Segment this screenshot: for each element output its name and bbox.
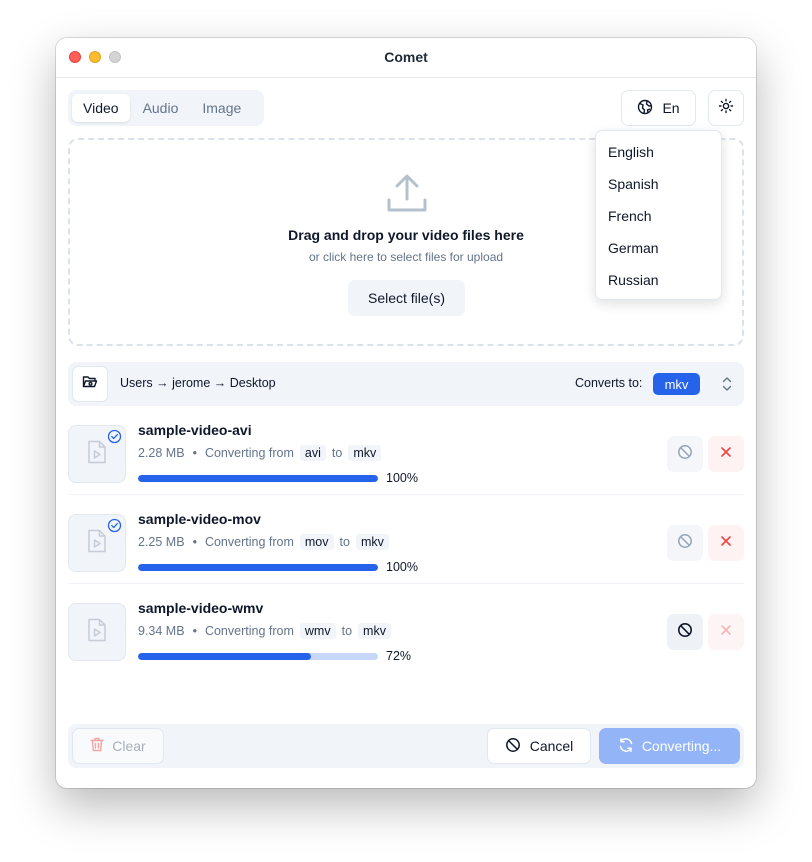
video-file-icon [87, 618, 107, 647]
target-format: mkv [358, 623, 391, 639]
video-file-icon [87, 440, 107, 469]
select-files-button[interactable]: Select file(s) [348, 280, 465, 316]
converting-label: Converting from [204, 446, 294, 460]
language-option-spanish[interactable]: Spanish [596, 168, 721, 200]
output-format-select[interactable]: mkv [653, 373, 700, 395]
source-format: mov [299, 534, 334, 550]
video-file-icon [87, 529, 107, 558]
output-path: Users → jerome → Desktop [120, 376, 276, 390]
progress-percent: 72% [386, 649, 412, 663]
to-label: to [339, 535, 350, 549]
separator-dot: • [192, 446, 197, 460]
convert-button-label: Converting... [641, 738, 722, 754]
file-size: 2.25 MB [138, 535, 185, 549]
cancel-conversion-button[interactable] [667, 525, 703, 561]
file-meta: 9.34 MB • Converting from wmv to mkv [138, 623, 391, 639]
language-button-label: En [662, 100, 680, 116]
to-label: to [341, 624, 353, 638]
target-format: mkv [348, 445, 382, 461]
converting-label: Converting from [204, 535, 294, 549]
file-thumbnail [68, 514, 126, 572]
cancel-conversion-button[interactable] [667, 614, 703, 650]
row-divider [68, 494, 744, 495]
remove-file-button[interactable] [708, 525, 744, 561]
cancel-conversion-button[interactable] [667, 436, 703, 472]
clear-button-label: Clear [112, 738, 146, 754]
progress-bar [138, 475, 378, 482]
progress-percent: 100% [386, 471, 418, 485]
progress-bar [138, 564, 378, 571]
tab-video[interactable]: Video [72, 94, 130, 122]
close-icon [719, 445, 733, 464]
file-name: sample-video-avi [138, 422, 252, 438]
trash-icon [90, 737, 104, 755]
check-circle-icon [107, 429, 122, 449]
file-row: sample-video-wmv 9.34 MB • Converting fr… [68, 588, 744, 668]
converting-label: Converting from [204, 624, 294, 638]
cancel-button-label: Cancel [529, 738, 574, 754]
converts-to-label: Converts to: [575, 376, 643, 390]
folder-open-icon [82, 374, 98, 395]
refresh-icon [618, 737, 634, 756]
remove-file-button[interactable] [708, 614, 744, 650]
source-format: wmv [299, 623, 336, 639]
convert-button[interactable]: Converting... [599, 728, 740, 764]
remove-file-button[interactable] [708, 436, 744, 472]
tab-image[interactable]: Image [191, 94, 252, 122]
window-title: Comet [384, 49, 428, 65]
ban-icon [677, 444, 693, 465]
file-meta: 2.28 MB • Converting from avi to mkv [138, 445, 382, 461]
target-format: mkv [355, 534, 389, 550]
progress-percent: 100% [386, 560, 418, 574]
file-row: sample-video-avi 2.28 MB • Converting fr… [68, 410, 744, 490]
app-window: Comet Video Audio Image En Drag and drop… [56, 38, 756, 788]
progress-fill [138, 475, 378, 482]
theme-toggle-button[interactable] [708, 90, 744, 126]
file-name: sample-video-mov [138, 511, 261, 527]
row-divider [68, 583, 744, 584]
language-option-russian[interactable]: Russian [596, 264, 721, 296]
ban-icon [505, 737, 521, 756]
choose-folder-button[interactable] [72, 366, 108, 402]
title-bar: Comet [56, 38, 756, 78]
progress-fill [138, 564, 378, 571]
file-name: sample-video-wmv [138, 600, 264, 616]
file-size: 2.28 MB [138, 446, 185, 460]
file-thumbnail [68, 603, 126, 661]
progress-bar [138, 653, 378, 660]
file-size: 9.34 MB [138, 624, 185, 638]
language-option-french[interactable]: French [596, 200, 721, 232]
ban-icon [677, 622, 693, 643]
sun-icon [718, 98, 734, 119]
upload-icon [386, 172, 428, 219]
cancel-button[interactable]: Cancel [487, 728, 591, 764]
check-circle-icon [107, 518, 122, 538]
globe-icon [637, 99, 653, 118]
to-label: to [331, 446, 343, 460]
tab-audio[interactable]: Audio [132, 94, 190, 122]
ban-icon [677, 533, 693, 554]
language-option-english[interactable]: English [596, 136, 721, 168]
close-icon [719, 534, 733, 553]
progress-fill [138, 653, 311, 660]
action-footer: Clear Cancel Converting... [68, 724, 744, 768]
file-meta: 2.25 MB • Converting from mov to mkv [138, 534, 389, 550]
clear-button[interactable]: Clear [72, 728, 164, 764]
separator-dot: • [192, 535, 197, 549]
close-icon [719, 623, 733, 642]
language-option-german[interactable]: German [596, 232, 721, 264]
separator-dot: • [192, 624, 197, 638]
output-path-bar: Users → jerome → Desktop Converts to: mk… [68, 362, 744, 406]
media-type-tabs: Video Audio Image [68, 90, 264, 126]
file-row: sample-video-mov 2.25 MB • Converting fr… [68, 499, 744, 579]
chevron-updown-icon[interactable] [720, 375, 734, 398]
language-button[interactable]: En [621, 90, 696, 126]
source-format: avi [299, 445, 326, 461]
file-thumbnail [68, 425, 126, 483]
language-menu: English Spanish French German Russian [595, 130, 722, 300]
